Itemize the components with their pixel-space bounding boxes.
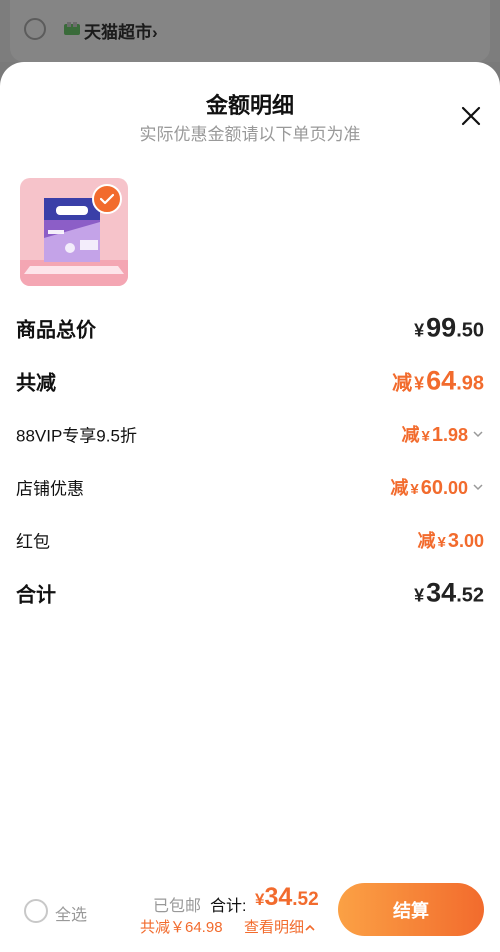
minus-prefix: 减 — [392, 372, 413, 395]
value-decimal: .52 — [292, 889, 319, 910]
value-integer: 60 — [420, 477, 443, 499]
currency-sign: ¥ — [414, 320, 425, 341]
chevron-right-icon: › — [152, 23, 158, 42]
row-red-packet: 红包 减 ¥ 3 .00 — [16, 520, 484, 560]
currency-sign: ¥ — [255, 890, 265, 909]
discount-total-label: 共减 — [16, 372, 56, 395]
value-integer: 1 — [431, 424, 443, 446]
shipping-label: 已包邮 — [153, 898, 202, 915]
close-icon[interactable] — [459, 104, 483, 128]
currency-sign: ¥ — [437, 534, 446, 551]
value-decimal: .52 — [456, 584, 484, 607]
chevron-down-icon[interactable] — [472, 481, 484, 493]
minus-prefix: 减 — [417, 531, 436, 551]
footer-total-value: ¥ 34 .52 — [255, 883, 319, 912]
currency-sign: ¥ — [410, 481, 419, 498]
sum-label: 合计 — [16, 584, 56, 607]
value-decimal: .00 — [458, 531, 484, 551]
minus-prefix: 减 — [401, 425, 420, 445]
vip-discount-value: 减 ¥ 1 .98 — [402, 421, 485, 447]
product-selected-check-icon[interactable] — [92, 184, 122, 214]
row-discount-total: 共减 减 ¥ 64 .98 — [16, 361, 484, 401]
store-coupon-label: 店铺优惠 — [16, 479, 84, 499]
select-all-label[interactable]: 全选 — [55, 901, 87, 925]
footer-total-label: 合计: — [210, 898, 247, 915]
discount-total-value: 减 ¥ 64 .98 — [392, 366, 484, 397]
total-price-label: 商品总价 — [16, 319, 96, 342]
value-integer: 3 — [447, 530, 459, 552]
tmall-market-icon — [64, 22, 80, 35]
red-packet-label: 红包 — [16, 532, 50, 552]
chevron-down-icon[interactable] — [472, 428, 484, 440]
store-select-radio[interactable] — [24, 18, 46, 40]
chevron-up-icon — [305, 924, 315, 931]
view-detail-link[interactable]: 查看明细 — [244, 916, 316, 937]
store-name-text: 天猫超市 — [84, 23, 152, 42]
store-coupon-value: 减 ¥ 60 .00 — [390, 474, 484, 500]
row-store-coupon[interactable]: 店铺优惠 减 ¥ 60 .00 — [16, 467, 484, 507]
value-decimal: .98 — [456, 372, 484, 395]
row-sum: 合计 ¥ 34 .52 — [16, 573, 484, 613]
red-packet-value: 减 ¥ 3 .00 — [418, 527, 485, 553]
row-total-price: 商品总价 ¥ 99 .50 — [16, 308, 484, 348]
minus-prefix: 减 — [390, 478, 409, 498]
sheet-subtitle: 实际优惠金额请以下单页为准 — [139, 125, 361, 144]
row-vip-discount[interactable]: 88VIP专享9.5折 减 ¥ 1 .98 — [16, 414, 484, 454]
sum-value: ¥ 34 .52 — [414, 578, 484, 609]
currency-sign: ¥ — [421, 428, 430, 445]
sheet-title: 金额明细 — [205, 93, 294, 118]
value-integer: 34 — [426, 577, 457, 608]
checkout-button[interactable]: 结算 — [338, 883, 484, 936]
value-integer: 34 — [264, 883, 293, 911]
footer-saved-amount: 共减￥64.98 — [140, 919, 223, 936]
value-integer: 99 — [426, 312, 457, 343]
currency-sign: ¥ — [414, 373, 425, 394]
value-decimal: .50 — [456, 319, 484, 342]
total-price-value: ¥ 99 .50 — [414, 313, 484, 344]
view-detail-text: 查看明细 — [244, 919, 305, 936]
amount-detail-sheet: 金额明细 实际优惠金额请以下单页为准 商品总价 ¥ 99 .50 共减 减 ¥ … — [0, 62, 500, 952]
vip-discount-label: 88VIP专享9.5折 — [16, 426, 137, 446]
store-name[interactable]: 天猫超市› — [84, 18, 158, 43]
value-integer: 64 — [426, 365, 457, 396]
background-store-card — [10, 0, 490, 62]
select-all-radio[interactable] — [24, 899, 48, 923]
currency-sign: ¥ — [414, 585, 425, 606]
checkout-bar: 全选 已包邮 合计: ¥ 34 .52 共减￥64.98 查看明细 结算 — [0, 870, 500, 952]
value-decimal: .00 — [442, 478, 468, 498]
value-decimal: .98 — [442, 425, 468, 445]
